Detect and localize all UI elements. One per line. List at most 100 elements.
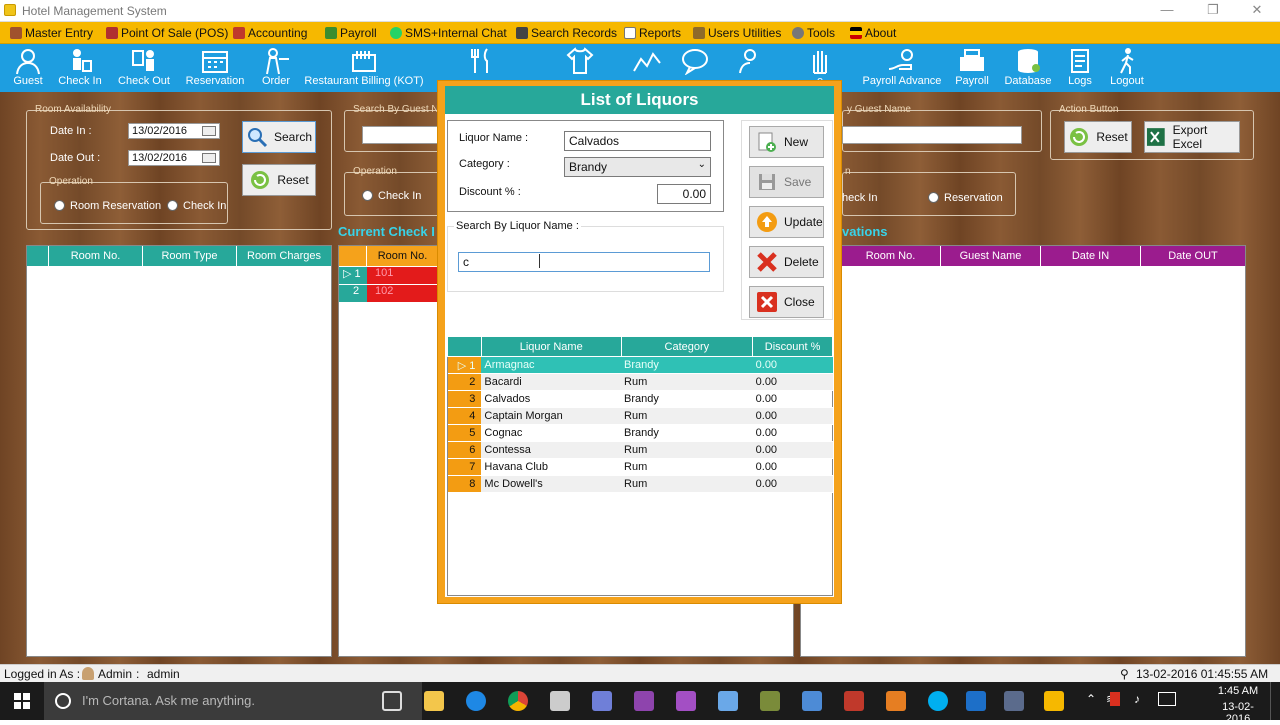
window-title: Hotel Management System [22, 4, 167, 18]
table-row[interactable]: 8 Mc Dowell's Rum 0.00 [447, 475, 833, 493]
new-button[interactable]: New [749, 126, 824, 158]
binoculars-icon [516, 27, 528, 39]
edge-icon[interactable] [466, 691, 486, 711]
check-in-row[interactable]: ▷ 1 101 [339, 267, 437, 284]
guest-name-search-input[interactable] [842, 126, 1022, 144]
category-select[interactable]: Brandy ⌄ [564, 157, 711, 177]
gear-app-icon[interactable] [844, 691, 864, 711]
liquor-name-input[interactable]: Calvados [564, 131, 711, 151]
menu-about[interactable]: About [850, 25, 896, 41]
red-x-icon [757, 252, 777, 272]
col-room-charges[interactable]: Room Charges [237, 246, 331, 266]
radio-check-in[interactable]: Check In [167, 200, 226, 212]
menu-master-entry[interactable]: Master Entry [10, 25, 93, 41]
guest-search-input[interactable] [362, 126, 442, 144]
table-row[interactable]: 4 Captain Morgan Rum 0.00 [447, 407, 833, 425]
search-button[interactable]: Search [242, 121, 316, 153]
menu-reports[interactable]: Reports [624, 25, 681, 41]
right-check-in-label[interactable]: heck In [842, 192, 877, 204]
taskbar-date[interactable]: 13-02-2016 [1212, 701, 1264, 725]
toolbar-guest[interactable]: Guest [4, 44, 52, 92]
reset-button[interactable]: Reset [242, 164, 316, 196]
toolbar-logout[interactable]: Logout [1106, 44, 1148, 92]
file-explorer-icon[interactable] [424, 691, 444, 711]
date-in-picker[interactable]: 13/02/2016 [128, 123, 220, 139]
table-row[interactable]: 5 Cognac Brandy 0.00 [447, 424, 833, 442]
cube-app-icon[interactable] [718, 691, 738, 711]
col-room-no[interactable]: Room No. [367, 246, 439, 266]
network-app-icon[interactable] [802, 691, 822, 711]
liquor-name-cell: Calvados [481, 390, 622, 408]
battery-icon[interactable] [1110, 692, 1120, 706]
keyboard-icon[interactable] [1158, 692, 1176, 706]
col-date-out[interactable]: Date OUT [1141, 246, 1245, 266]
menu-users-utilities[interactable]: Users Utilities [693, 25, 781, 41]
menu-payroll[interactable]: Payroll [325, 25, 377, 41]
menu-search-records[interactable]: Search Records [516, 25, 617, 41]
check-in-row[interactable]: 2 102 [339, 285, 437, 302]
windows-start-icon[interactable] [14, 693, 30, 709]
table-row[interactable]: 3 Calvados Brandy 0.00 [447, 390, 833, 408]
discount-input[interactable]: 0.00 [657, 184, 711, 204]
col-discount[interactable]: Discount % [752, 336, 833, 357]
task-view-icon[interactable] [382, 691, 402, 711]
col-room-no[interactable]: Room No. [841, 246, 941, 266]
middle-radio-check-in[interactable]: Check In [362, 190, 421, 202]
toolbar-reservation[interactable]: Reservation [184, 44, 246, 92]
search-liquor-input[interactable]: c [458, 252, 710, 272]
table-row[interactable]: 2 Bacardi Rum 0.00 [447, 373, 833, 391]
visual-studio-icon[interactable] [634, 691, 654, 711]
vlc-blue-icon[interactable] [966, 691, 986, 711]
radio-reservation[interactable]: Reservation [928, 192, 1003, 204]
table-row[interactable]: 6 Contessa Rum 0.00 [447, 441, 833, 459]
toolbar-database[interactable]: Database [1004, 44, 1052, 92]
toolbar-check-out[interactable]: Check Out [114, 44, 174, 92]
cortana-search-box[interactable]: I'm Cortana. Ask me anything. [44, 682, 422, 720]
col-liquor-name[interactable]: Liquor Name [480, 336, 622, 357]
toolbar-payroll[interactable]: Payroll [950, 44, 994, 92]
menu-accounting[interactable]: Accounting [233, 25, 307, 41]
table-row[interactable]: ▷ 1 Armagnac Brandy 0.00 [447, 356, 833, 374]
menu-pos[interactable]: Point Of Sale (POS) [106, 25, 228, 41]
store-icon[interactable] [550, 691, 570, 711]
menu-tools[interactable]: Tools [792, 25, 835, 41]
close-button[interactable]: Close [749, 286, 824, 318]
check-in-icon [73, 49, 92, 72]
settings-app-icon[interactable] [886, 691, 906, 711]
update-button[interactable]: Update [749, 206, 824, 238]
date-out-picker[interactable]: 13/02/2016 [128, 150, 220, 166]
toolbar-check-in[interactable]: Check In [56, 44, 104, 92]
toolbar-order[interactable]: Order [254, 44, 298, 92]
show-desktop-button[interactable] [1270, 682, 1274, 720]
col-room-type[interactable]: Room Type [143, 246, 237, 266]
toolbar-payroll-advance[interactable]: Payroll Advance [862, 44, 942, 92]
reset-button-right[interactable]: Reset [1064, 121, 1132, 153]
taskbar-time[interactable]: 1:45 AM [1212, 685, 1264, 697]
restore-button[interactable]: ❐ [1190, 0, 1236, 22]
col-room-no[interactable]: Room No. [49, 246, 143, 266]
menu-sms-chat[interactable]: SMS+Internal Chat [390, 25, 507, 41]
save-button[interactable]: Save [749, 166, 824, 198]
minimize-button[interactable]: — [1144, 0, 1190, 22]
tray-chevron-icon[interactable]: ⌃ [1086, 692, 1096, 706]
table-row[interactable]: 7 Havana Club Rum 0.00 [447, 458, 833, 476]
radio-room-reservation[interactable]: Room Reservation [54, 200, 161, 212]
date-out-label: Date Out : [50, 152, 101, 164]
hotel-app-icon[interactable] [1044, 691, 1064, 711]
toolbar-restaurant-billing[interactable]: Restaurant Billing (KOT) [304, 44, 424, 92]
col-category[interactable]: Category [620, 336, 754, 357]
chrome-icon[interactable] [508, 691, 528, 711]
save-app-icon[interactable] [1004, 691, 1024, 711]
col-date-in[interactable]: Date IN [1041, 246, 1141, 266]
visual-studio-2-icon[interactable] [676, 691, 696, 711]
toolbar-logs[interactable]: Logs [1062, 44, 1098, 92]
skype-icon[interactable] [928, 691, 948, 711]
close-window-button[interactable]: ✕ [1234, 0, 1280, 22]
col-guest-name[interactable]: Guest Name [941, 246, 1041, 266]
infinity-app-icon[interactable] [592, 691, 612, 711]
speaker-icon[interactable]: ♪ [1134, 692, 1140, 706]
reservations-grid-header: Room No. Guest Name Date IN Date OUT [801, 246, 1245, 266]
export-excel-button[interactable]: Export Excel [1144, 121, 1240, 153]
delete-button[interactable]: Delete [749, 246, 824, 278]
tools-app-icon[interactable] [760, 691, 780, 711]
